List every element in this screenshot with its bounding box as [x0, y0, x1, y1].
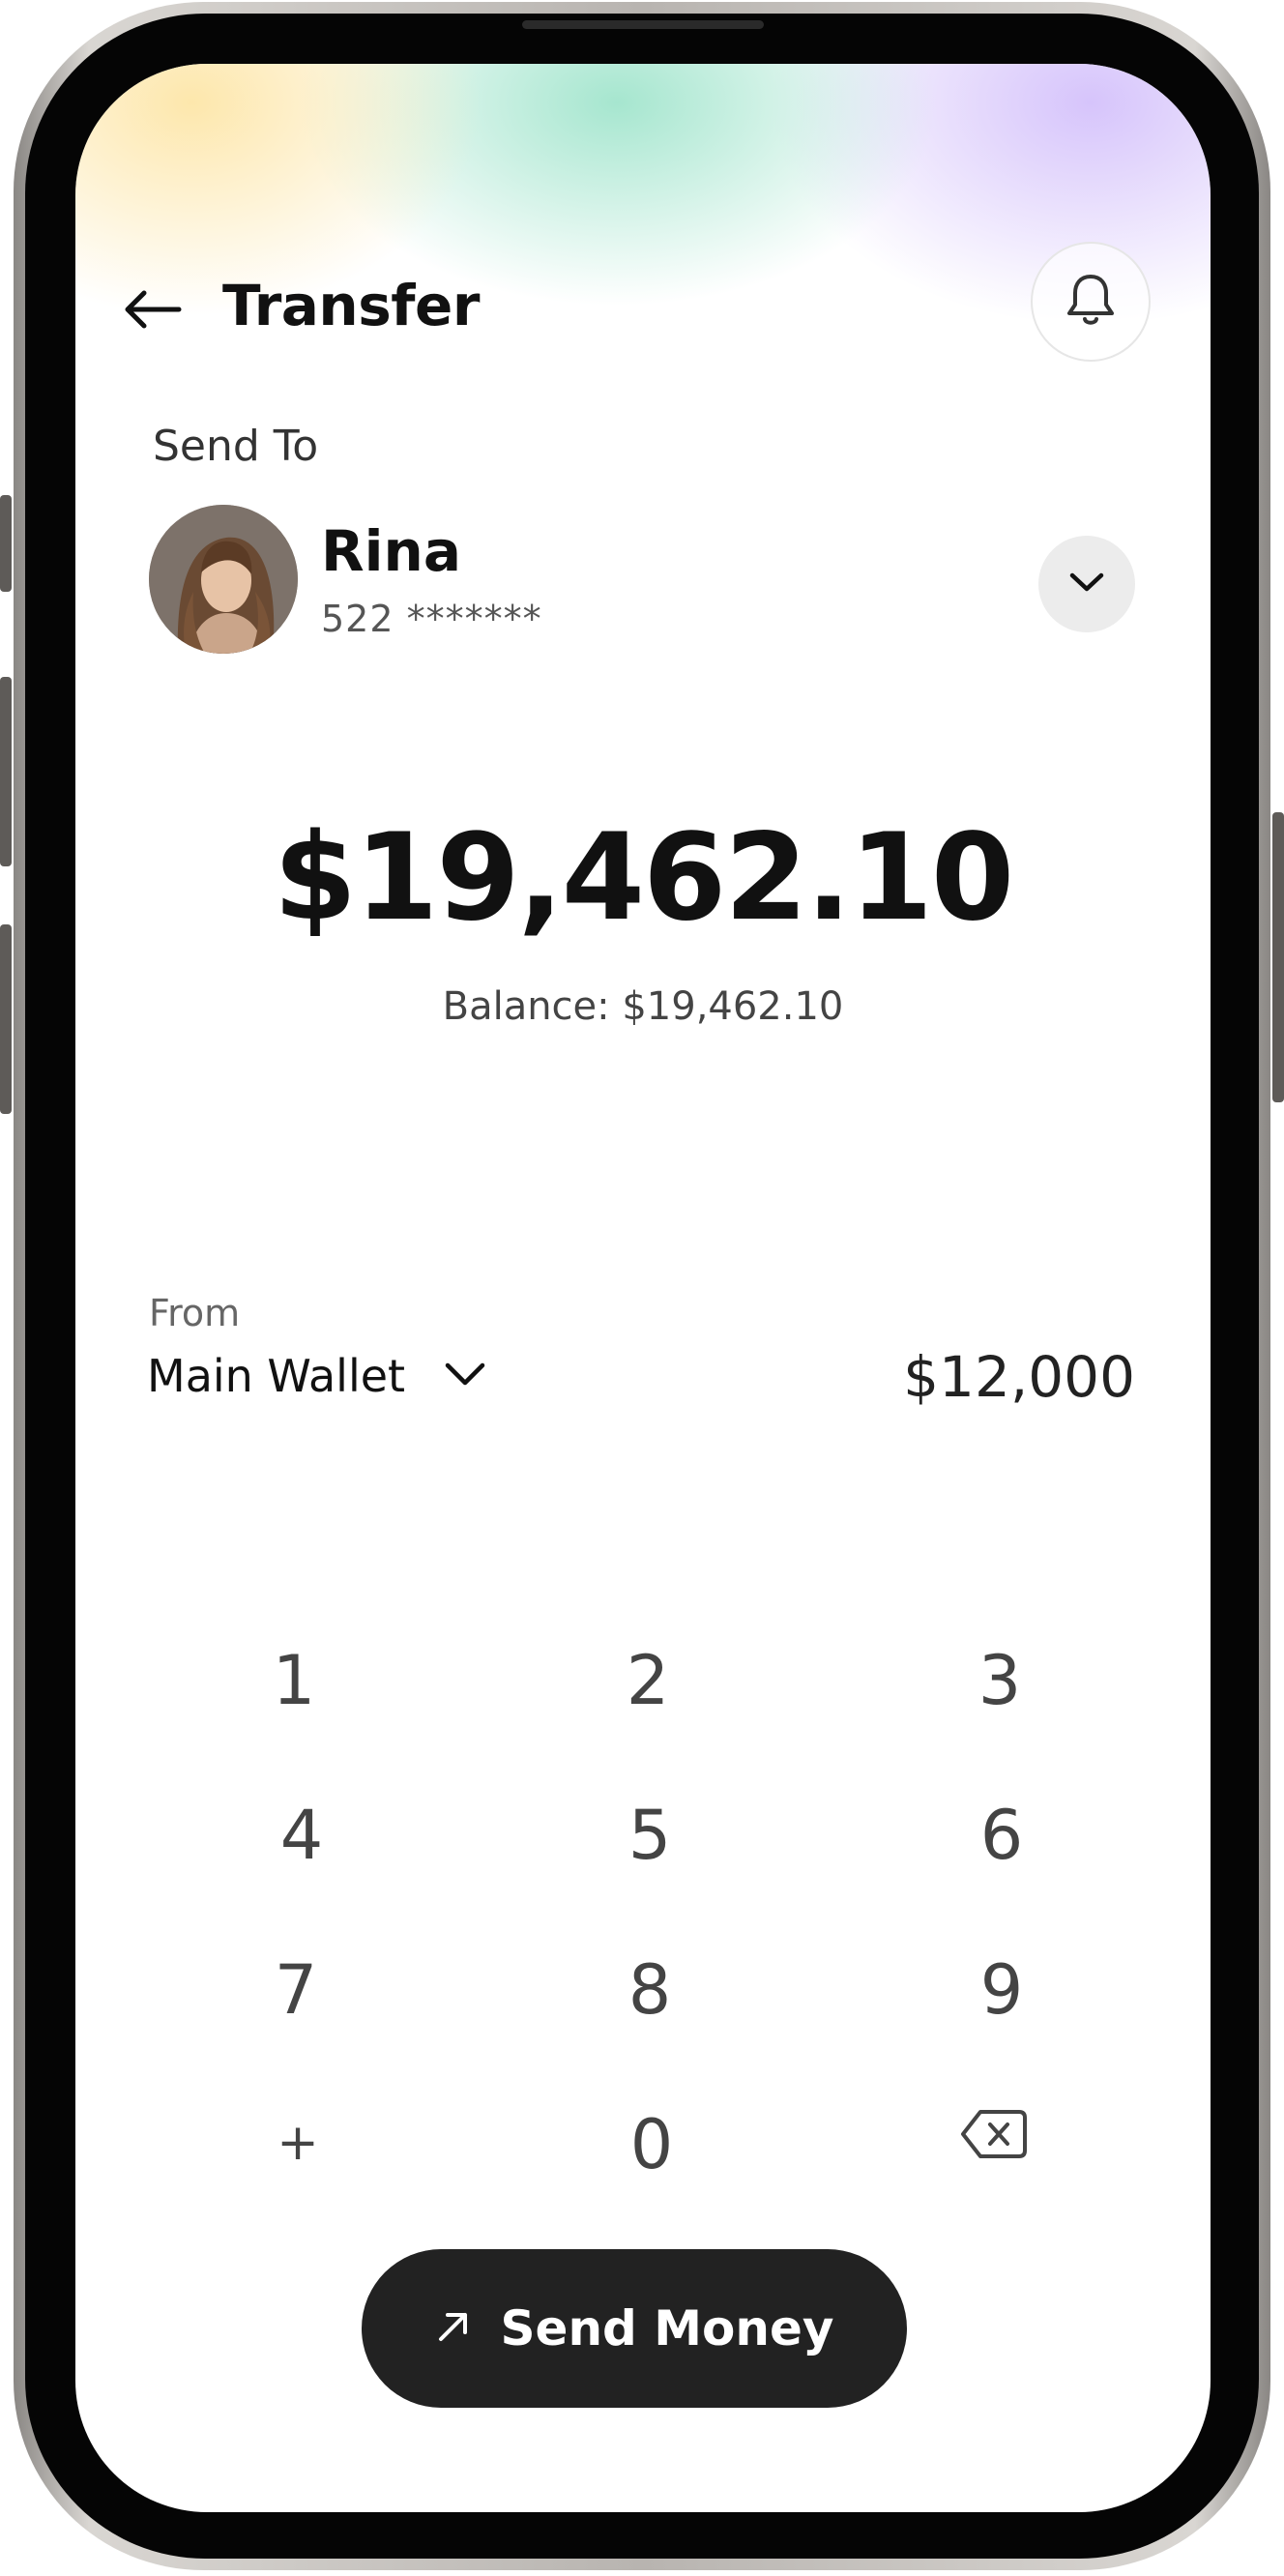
keypad-key-3[interactable]: 3 — [903, 1623, 1096, 1739]
keypad-key-2[interactable]: 2 — [551, 1623, 744, 1739]
chevron-down-icon — [444, 1361, 486, 1391]
page-title: Transfer — [222, 273, 480, 338]
recipient-account-number: 522 ******* — [321, 598, 542, 640]
wallet-selector[interactable]: Main Wallet — [147, 1342, 486, 1410]
wallet-balance: $12,000 — [903, 1344, 1135, 1410]
arrow-left-icon — [123, 290, 183, 333]
keypad-key-6[interactable]: 6 — [905, 1777, 1098, 1893]
from-label: From — [149, 1292, 241, 1334]
keypad-key-9[interactable]: 9 — [905, 1932, 1098, 2048]
back-button[interactable] — [118, 277, 188, 346]
keypad-key-plus[interactable]: + — [201, 2085, 394, 2201]
recipient-avatar — [149, 505, 298, 654]
bell-icon — [1065, 272, 1117, 332]
recipient-name: Rina — [321, 518, 461, 584]
send-money-label: Send Money — [500, 2300, 834, 2356]
send-to-label: Send To — [153, 422, 319, 471]
keypad-key-0[interactable]: 0 — [555, 2087, 748, 2203]
recipient-dropdown-button[interactable] — [1038, 536, 1135, 632]
send-money-button[interactable]: Send Money — [362, 2249, 907, 2408]
keypad-key-8[interactable]: 8 — [553, 1932, 746, 2048]
speaker-grille — [522, 20, 764, 29]
backspace-icon — [959, 2097, 1029, 2177]
keypad-key-7[interactable]: 7 — [199, 1932, 393, 2048]
chevron-down-icon — [1068, 571, 1105, 598]
keypad-key-1[interactable]: 1 — [197, 1623, 391, 1739]
volume-up-button — [0, 677, 12, 866]
keypad-key-5[interactable]: 5 — [553, 1777, 746, 1893]
arrow-up-right-icon — [435, 2308, 472, 2349]
mute-switch — [0, 495, 12, 592]
keypad-key-4[interactable]: 4 — [205, 1777, 398, 1893]
balance-text: Balance: $19,462.10 — [442, 984, 844, 1029]
wallet-name: Main Wallet — [147, 1350, 406, 1402]
power-button — [1272, 812, 1284, 1102]
transfer-amount: $19,462.10 — [273, 808, 1014, 948]
volume-down-button — [0, 924, 12, 1114]
transfer-screen: Transfer Send To Rina 522 ******* $19,46… — [75, 64, 1211, 2512]
notifications-button[interactable] — [1031, 242, 1151, 362]
keypad-delete-key[interactable] — [897, 2079, 1091, 2195]
